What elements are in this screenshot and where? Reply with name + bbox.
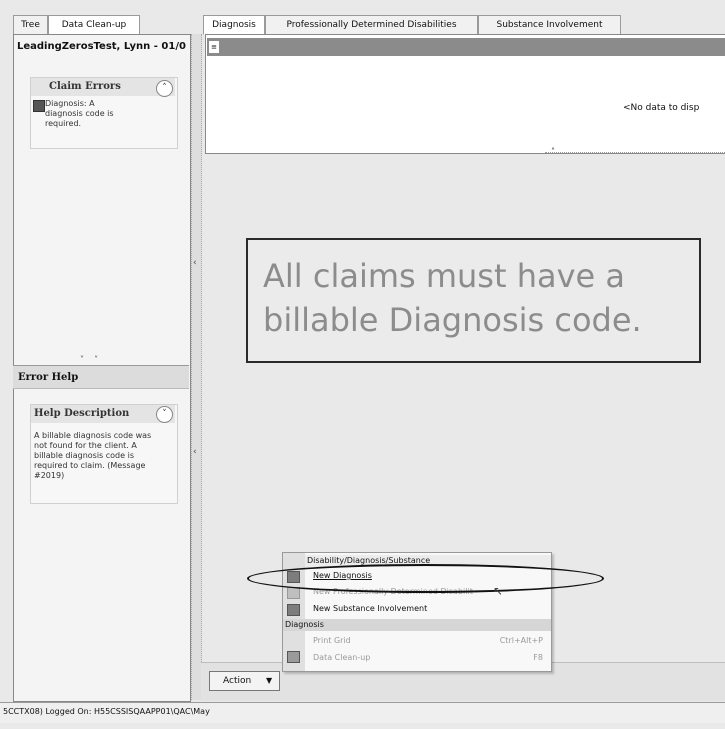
tab-data-clean-up[interactable]: Data Clean-up <box>48 15 140 35</box>
menu-item-data-clean-up[interactable]: Data Clean-up <box>313 652 370 664</box>
data-clean-up-icon <box>287 651 300 663</box>
mouse-cursor-icon: ↖ <box>493 584 504 598</box>
data-clean-up-shortcut: F8 <box>533 653 543 662</box>
splitter-arrow-icon[interactable]: ‹ <box>193 447 197 457</box>
claim-errors-title: Claim Errors <box>31 78 175 96</box>
error-help-title: Error Help <box>18 372 79 383</box>
grid-splitter[interactable]: ˄ <box>545 147 725 161</box>
collapse-chevron-icon[interactable]: ˅ ˅ <box>80 355 98 364</box>
action-button[interactable]: Action ▼ <box>209 671 280 691</box>
dropdown-arrow-icon: ▼ <box>266 676 273 685</box>
help-description-text: A billable diagnosis code was not found … <box>34 431 152 480</box>
client-name: LeadingZerosTest, Lynn - 01/0 <box>17 41 186 52</box>
pane-splitter[interactable] <box>191 34 202 700</box>
collapse-claim-errors-button[interactable]: ˄ <box>156 80 173 97</box>
tab-tree[interactable]: Tree <box>13 15 48 35</box>
help-description-title: Help Description <box>31 405 175 423</box>
status-text: 5CCTX08) Logged On: H55CSSISQAAPP01\QAC\… <box>3 707 210 716</box>
menu-item-print-grid[interactable]: Print Grid <box>313 635 351 647</box>
collapse-help-button[interactable]: ˅ <box>156 406 173 423</box>
tab-diagnosis[interactable]: Diagnosis <box>203 15 265 35</box>
menu-section-header-diagnosis: Diagnosis <box>283 619 551 631</box>
menu-item-new-substance-involvement[interactable]: New Substance Involvement <box>313 603 427 615</box>
error-icon <box>33 100 45 112</box>
highlight-ellipse <box>247 564 604 593</box>
splitter-arrow-icon[interactable]: ‹ <box>193 258 197 268</box>
tab-professionally-determined-disabilities[interactable]: Professionally Determined Disabilities <box>265 15 478 35</box>
grid-row-selector-icon[interactable]: ≡ <box>209 41 219 53</box>
chevron-up-icon[interactable]: ˄ <box>551 147 555 156</box>
grid-empty-text: <No data to disp <box>623 103 700 113</box>
tab-substance-involvement[interactable]: Substance Involvement <box>478 15 621 35</box>
callout-text: All claims must have a billable Diagnosi… <box>263 257 642 339</box>
claim-error-item[interactable]: Diagnosis: A diagnosis code is required. <box>45 99 125 129</box>
print-grid-shortcut: Ctrl+Alt+P <box>499 636 543 645</box>
grid-header <box>207 38 725 56</box>
new-disability-icon <box>287 587 300 599</box>
new-substance-icon <box>287 604 300 616</box>
action-button-label: Action <box>223 676 252 686</box>
